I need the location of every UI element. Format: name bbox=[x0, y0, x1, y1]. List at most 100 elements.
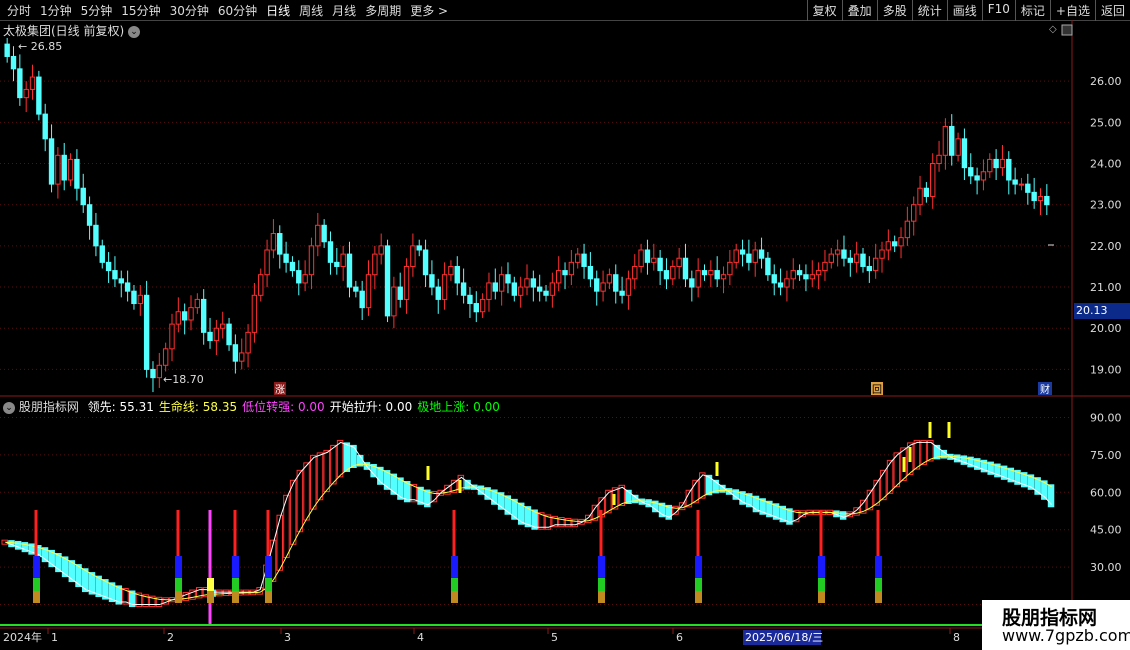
candle-body bbox=[961, 138, 968, 169]
candle-body bbox=[670, 265, 676, 280]
event-tag-label: 回 bbox=[872, 384, 882, 396]
high-marker: ← 26.85 bbox=[18, 40, 62, 53]
candle-body bbox=[872, 257, 879, 272]
candle-body bbox=[422, 249, 429, 276]
candle-body bbox=[454, 265, 460, 284]
candle-body bbox=[112, 270, 118, 280]
low-marker: ←18.70 bbox=[163, 373, 204, 386]
indicator-bar bbox=[699, 472, 706, 499]
candle-body bbox=[61, 154, 67, 181]
signal-block bbox=[265, 578, 272, 591]
signal-block bbox=[451, 578, 458, 591]
candle-body bbox=[17, 68, 23, 99]
indicator-bar bbox=[310, 454, 317, 510]
candle-body bbox=[232, 344, 239, 362]
candle-body bbox=[904, 220, 911, 239]
candle-body bbox=[80, 187, 86, 206]
candle-body bbox=[105, 261, 112, 272]
signal-block bbox=[818, 591, 825, 603]
candle-body bbox=[898, 237, 904, 247]
indicator-bar bbox=[330, 444, 337, 485]
candle-body bbox=[93, 224, 99, 247]
candle-body bbox=[746, 253, 752, 263]
signal-block bbox=[695, 556, 702, 578]
candle-body bbox=[822, 261, 828, 272]
candle-body bbox=[137, 294, 143, 305]
signal-tick bbox=[928, 422, 932, 438]
candle-body bbox=[372, 253, 378, 276]
y-tick-label: 19.00 bbox=[1090, 363, 1122, 376]
candle-body bbox=[689, 278, 695, 288]
candle-body bbox=[942, 125, 949, 156]
signal-block bbox=[175, 556, 182, 578]
candle-body bbox=[498, 274, 505, 292]
candle-body bbox=[327, 241, 334, 263]
candle-body bbox=[752, 249, 758, 263]
candle-body bbox=[758, 249, 765, 259]
candle-body bbox=[809, 274, 815, 280]
x-tick-label: 4 bbox=[417, 631, 424, 644]
candle-body bbox=[708, 270, 714, 276]
candle-body bbox=[296, 270, 302, 284]
candle-body bbox=[613, 274, 619, 292]
candle-body bbox=[289, 261, 296, 272]
candle-body bbox=[955, 138, 961, 156]
signal-block bbox=[232, 591, 239, 603]
y-tick-label: 30.00 bbox=[1090, 561, 1122, 574]
signal-block bbox=[265, 591, 272, 603]
candle-body bbox=[277, 233, 283, 255]
candle-body bbox=[796, 270, 803, 276]
candle-body bbox=[67, 158, 74, 181]
candle-body bbox=[555, 270, 562, 284]
signal-tick bbox=[908, 447, 912, 462]
candle-body bbox=[258, 274, 264, 296]
signal-block bbox=[598, 578, 605, 591]
candle-body bbox=[448, 265, 454, 276]
candle-body bbox=[860, 253, 866, 267]
candle-body bbox=[714, 270, 720, 280]
candle-body bbox=[321, 224, 327, 243]
candle-body bbox=[397, 286, 403, 300]
indicator-bar bbox=[571, 518, 579, 528]
candle-body bbox=[118, 278, 124, 284]
x-tick-label: 5 bbox=[551, 631, 558, 644]
candle-body bbox=[879, 249, 885, 259]
signal-block bbox=[598, 591, 605, 603]
x-tick-label: 1 bbox=[51, 631, 58, 644]
candle-body bbox=[264, 249, 270, 276]
candle-body bbox=[460, 282, 467, 296]
candle-body bbox=[682, 257, 689, 280]
candle-body bbox=[143, 294, 150, 370]
candle-body bbox=[771, 274, 777, 284]
signal-tick bbox=[426, 466, 430, 480]
signal-block bbox=[33, 578, 40, 591]
signal-block bbox=[695, 578, 702, 591]
candle-body bbox=[378, 245, 384, 255]
candle-body bbox=[479, 298, 486, 313]
candle-body bbox=[891, 241, 898, 247]
signal-block bbox=[598, 556, 605, 578]
candle-body bbox=[739, 249, 746, 255]
indicator-bar bbox=[296, 469, 304, 533]
candle-body bbox=[4, 43, 10, 57]
candle-body bbox=[980, 171, 987, 181]
candle-body bbox=[987, 158, 993, 173]
candle-body bbox=[346, 253, 353, 288]
candle-body bbox=[162, 348, 169, 366]
candle-body bbox=[365, 274, 372, 309]
candle-body bbox=[1044, 195, 1050, 206]
watermark: 股朋指标网 www.7gpzb.com bbox=[982, 600, 1130, 650]
candle-body bbox=[36, 76, 42, 115]
signal-block bbox=[451, 591, 458, 603]
candle-body bbox=[353, 286, 359, 292]
signal-block bbox=[33, 591, 40, 603]
signal-block bbox=[232, 578, 239, 591]
signal-block bbox=[818, 578, 825, 591]
candle-body bbox=[600, 282, 606, 292]
event-tag-label: 涨 bbox=[275, 384, 285, 396]
candle-body bbox=[968, 167, 974, 177]
candle-body bbox=[239, 352, 245, 362]
signal-block bbox=[875, 591, 882, 603]
candle-body bbox=[505, 274, 511, 284]
candle-body bbox=[885, 241, 892, 251]
